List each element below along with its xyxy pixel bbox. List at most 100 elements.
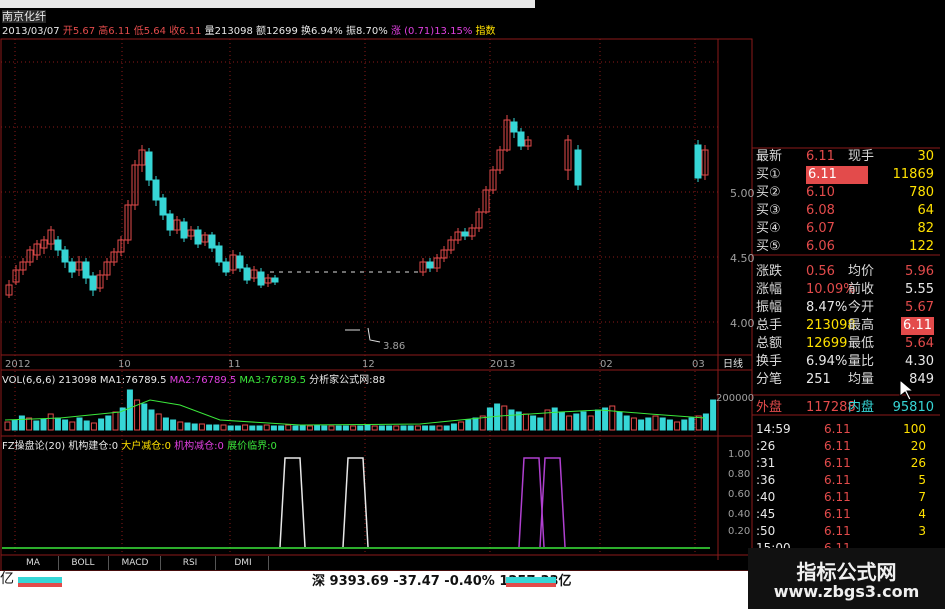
volume-bar bbox=[335, 425, 342, 431]
volume-bar bbox=[126, 389, 133, 431]
tab-boll[interactable]: BOLL bbox=[58, 556, 109, 570]
volume-bar bbox=[177, 421, 184, 431]
volume-bar bbox=[371, 425, 378, 431]
volume-bar bbox=[630, 417, 637, 431]
stat-label: 分笔 bbox=[756, 372, 783, 387]
bid-price: 6.08 bbox=[806, 203, 835, 218]
bid-label: 买④ bbox=[756, 221, 781, 236]
stat-label: 均量 bbox=[848, 372, 875, 387]
stat-label: 均价 bbox=[848, 264, 875, 279]
volume-bar bbox=[33, 420, 40, 431]
status-meter bbox=[506, 583, 556, 587]
volume-bar bbox=[580, 411, 587, 431]
price-tick: 4.50 bbox=[730, 252, 755, 265]
tick-volume: 4 bbox=[918, 507, 926, 521]
indicator-pulse bbox=[342, 457, 369, 548]
volume-bar bbox=[155, 413, 162, 431]
tick-volume: 26 bbox=[910, 456, 926, 470]
volume-bar bbox=[306, 425, 313, 431]
volume-bar bbox=[530, 415, 537, 431]
ind-c: 机构减仓:0 bbox=[174, 441, 224, 452]
indicator-tabs: MA BOLL MACD RSI DMI bbox=[0, 556, 300, 570]
volume-bar bbox=[328, 425, 335, 431]
bid-volume: 122 bbox=[909, 239, 934, 254]
candle-body bbox=[271, 277, 279, 283]
date-tick: 11 bbox=[228, 359, 241, 370]
tab-dmi[interactable]: DMI bbox=[218, 556, 269, 570]
candle-body bbox=[54, 239, 62, 251]
volume-bar bbox=[659, 417, 666, 431]
candle-body bbox=[257, 271, 265, 286]
volume-bar bbox=[458, 421, 465, 431]
candle-body bbox=[166, 213, 174, 231]
candle-body bbox=[694, 144, 702, 179]
bid-row: 买③ 6.08 64 bbox=[752, 202, 938, 220]
volume-bar bbox=[198, 423, 205, 431]
volume-bar bbox=[278, 425, 285, 431]
volume-bar bbox=[292, 425, 299, 431]
volume-bar bbox=[270, 425, 277, 431]
volume-bar bbox=[220, 424, 227, 431]
date-tick: 03 bbox=[692, 359, 705, 370]
stat-label: 换手 bbox=[756, 354, 783, 369]
volume-bar bbox=[638, 419, 645, 431]
candle-body bbox=[152, 179, 160, 201]
latest-label: 最新 bbox=[756, 149, 783, 164]
ind-tick: 0.20 bbox=[728, 526, 751, 537]
volume-bar bbox=[422, 425, 429, 431]
volume-bar bbox=[69, 421, 76, 431]
candle-body bbox=[236, 255, 244, 269]
tick-time: :40 bbox=[756, 490, 776, 504]
volume-bar bbox=[558, 411, 565, 431]
volume-bar bbox=[573, 413, 580, 431]
vol-ma2: MA2:76789.5 bbox=[169, 375, 237, 386]
volume-bar bbox=[522, 413, 529, 431]
volume-bar bbox=[450, 423, 457, 431]
volume-bar bbox=[299, 424, 306, 431]
tick-price: 6.11 bbox=[824, 456, 851, 470]
volume-bar bbox=[4, 421, 11, 431]
tick-row: :31 6.11 26 bbox=[752, 455, 938, 471]
chart-frame bbox=[0, 38, 753, 572]
stat-label: 量比 bbox=[848, 354, 875, 369]
date-tick: 10 bbox=[118, 359, 131, 370]
tab-rsi[interactable]: RSI bbox=[165, 556, 216, 570]
volume-bar bbox=[227, 425, 234, 431]
volume-bar bbox=[256, 425, 263, 431]
ind-tick: 1.00 bbox=[728, 449, 751, 460]
vol-ma1: MA1:76789.5 bbox=[99, 375, 167, 386]
volume-bar bbox=[62, 419, 69, 431]
volume-bar bbox=[702, 413, 709, 431]
candle-body bbox=[517, 131, 525, 147]
outer-label: 外盘 bbox=[756, 400, 783, 415]
volume-bar bbox=[494, 403, 501, 431]
stat-value: 5.55 bbox=[905, 282, 934, 297]
tab-ma[interactable]: MA bbox=[8, 556, 59, 570]
status-left: 亿 bbox=[0, 571, 14, 587]
date-tick: 2013 bbox=[490, 359, 516, 370]
vol-value: 213098 bbox=[58, 375, 97, 386]
ind-name: FZ操盘论(20) bbox=[2, 441, 66, 452]
tick-row: :26 6.11 20 bbox=[752, 438, 938, 454]
candle-body bbox=[215, 245, 223, 263]
tick-row: :45 6.11 4 bbox=[752, 506, 938, 522]
candle-body bbox=[461, 231, 469, 237]
vol-header: VOL(6,6,6) 213098 MA1:76789.5 MA2:76789.… bbox=[2, 374, 385, 387]
date-tick: 2012 bbox=[5, 359, 31, 370]
tab-macd[interactable]: MACD bbox=[110, 556, 161, 570]
bid-row: 买② 6.10 780 bbox=[752, 184, 938, 202]
bid-label: 买③ bbox=[756, 203, 781, 218]
stat-label: 总手 bbox=[756, 318, 783, 333]
watermark-url: www.zbgs3.com bbox=[773, 582, 920, 601]
candle-body bbox=[159, 197, 167, 216]
tick-time: :36 bbox=[756, 473, 776, 487]
period-label[interactable]: 日线 bbox=[723, 358, 743, 371]
stat-row: 总额 12699 最低 5.64 bbox=[752, 335, 938, 353]
tick-time: :45 bbox=[756, 507, 776, 521]
volume-bar bbox=[602, 407, 609, 431]
volume-bar bbox=[537, 417, 544, 431]
volume-bar bbox=[141, 403, 148, 431]
tick-volume: 5 bbox=[918, 473, 926, 487]
bid-volume: 64 bbox=[917, 203, 934, 218]
stat-row: 涨跌 0.56 均价 5.96 bbox=[752, 263, 938, 281]
